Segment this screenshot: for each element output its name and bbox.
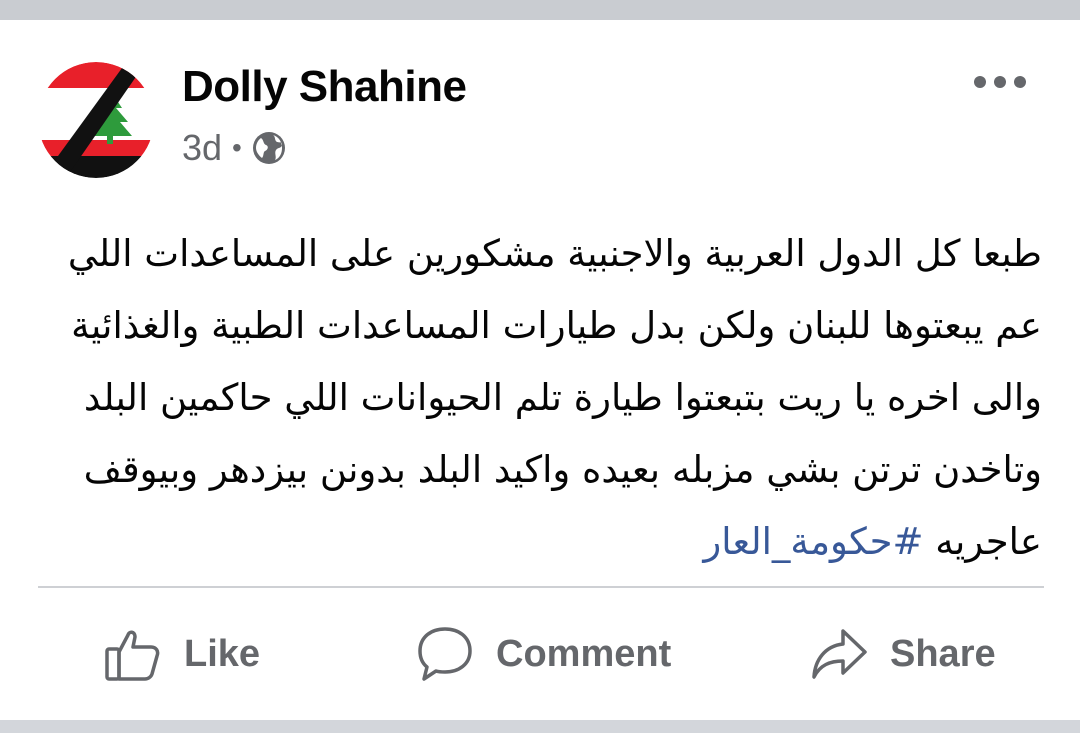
post-body: طبعا كل الدول العربية والاجنبية مشكورين … bbox=[40, 218, 1042, 578]
bottom-gray-bar bbox=[0, 720, 1080, 733]
meta-separator: • bbox=[232, 132, 242, 163]
lebanon-flag-avatar-icon bbox=[38, 62, 154, 178]
comment-label: Comment bbox=[496, 632, 672, 675]
divider bbox=[38, 586, 1044, 588]
like-label: Like bbox=[184, 632, 261, 675]
more-options-button[interactable] bbox=[970, 64, 1030, 100]
share-arrow-icon bbox=[812, 629, 867, 679]
hashtag-link[interactable]: #حكومة_العار bbox=[703, 520, 923, 563]
share-button[interactable]: Share bbox=[810, 618, 996, 690]
thumbs-up-icon bbox=[105, 630, 160, 681]
share-label: Share bbox=[890, 632, 996, 675]
post-time[interactable]: 3d bbox=[182, 127, 222, 169]
comment-button[interactable]: Comment bbox=[416, 618, 671, 690]
post-meta: 3d • bbox=[182, 126, 286, 170]
more-dots-icon bbox=[974, 76, 1026, 88]
comment-bubble-icon bbox=[418, 627, 472, 681]
avatar[interactable] bbox=[38, 62, 154, 178]
top-gray-bar bbox=[0, 0, 1080, 20]
globe-icon[interactable] bbox=[252, 131, 286, 165]
post-text: طبعا كل الدول العربية والاجنبية مشكورين … bbox=[67, 232, 1042, 563]
post-card: Dolly Shahine 3d • طبعا كل الدول العربية… bbox=[0, 20, 1080, 720]
like-button[interactable]: Like bbox=[104, 618, 260, 690]
author-name[interactable]: Dolly Shahine bbox=[182, 62, 467, 112]
